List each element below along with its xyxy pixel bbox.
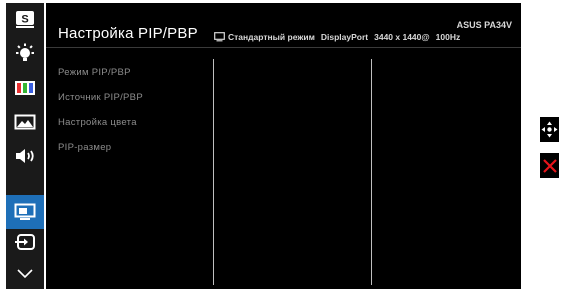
exit-button[interactable] [540,153,559,178]
sound-icon [16,149,34,163]
menu-item-pip-mode[interactable]: Режим PIP/PBP [58,63,143,88]
menu-item-pip-source[interactable]: Источник PIP/PBP [58,88,143,113]
image-icon [14,114,36,130]
color-bars-icon [15,81,35,95]
sidebar-item-splendid[interactable]: S [6,3,44,37]
sidebar-item-pip-pbp[interactable] [6,195,44,229]
sidebar-item-sound[interactable] [6,139,44,173]
model-name: ASUS PA34V [456,20,512,30]
monitor-icon [214,32,225,42]
header-divider [46,47,521,48]
osd-panel: Настройка PIP/PBP Стандартный режим Disp… [46,3,521,289]
column-divider [371,59,372,285]
chevron-down-icon [17,269,33,279]
menu-item-color-setting[interactable]: Настройка цвета [58,113,143,138]
sidebar-item-image[interactable] [6,105,44,139]
status-resolution: 3440 x 1440@ [374,32,430,42]
column-divider [213,59,214,285]
status-refresh: 100Hz [435,32,461,42]
page-title: Настройка PIP/PBP [58,25,198,42]
splendid-s-icon: S [16,11,34,28]
blue-light-icon [16,43,34,61]
sidebar-item-color[interactable] [6,71,44,105]
menu-item-pip-size[interactable]: PIP-размер [58,138,143,163]
close-icon [542,158,557,173]
osd-sidebar: S [6,3,44,289]
pip-pbp-icon [14,203,36,220]
sidebar-item-blue-light[interactable] [6,37,44,71]
five-way-nav-button[interactable] [540,117,559,142]
svg-text:S: S [21,14,28,26]
status-mode: Стандартный режим [228,32,315,42]
input-select-icon [15,234,35,250]
status-input: DisplayPort [320,32,369,42]
pip-menu: Режим PIP/PBP Источник PIP/PBP Настройка… [58,63,143,163]
sidebar-item-input[interactable] [6,225,44,259]
sidebar-scroll-down[interactable] [6,259,44,289]
status-line: Стандартный режим DisplayPort 3440 x 144… [214,32,460,42]
five-way-navigation-icon [541,121,558,138]
